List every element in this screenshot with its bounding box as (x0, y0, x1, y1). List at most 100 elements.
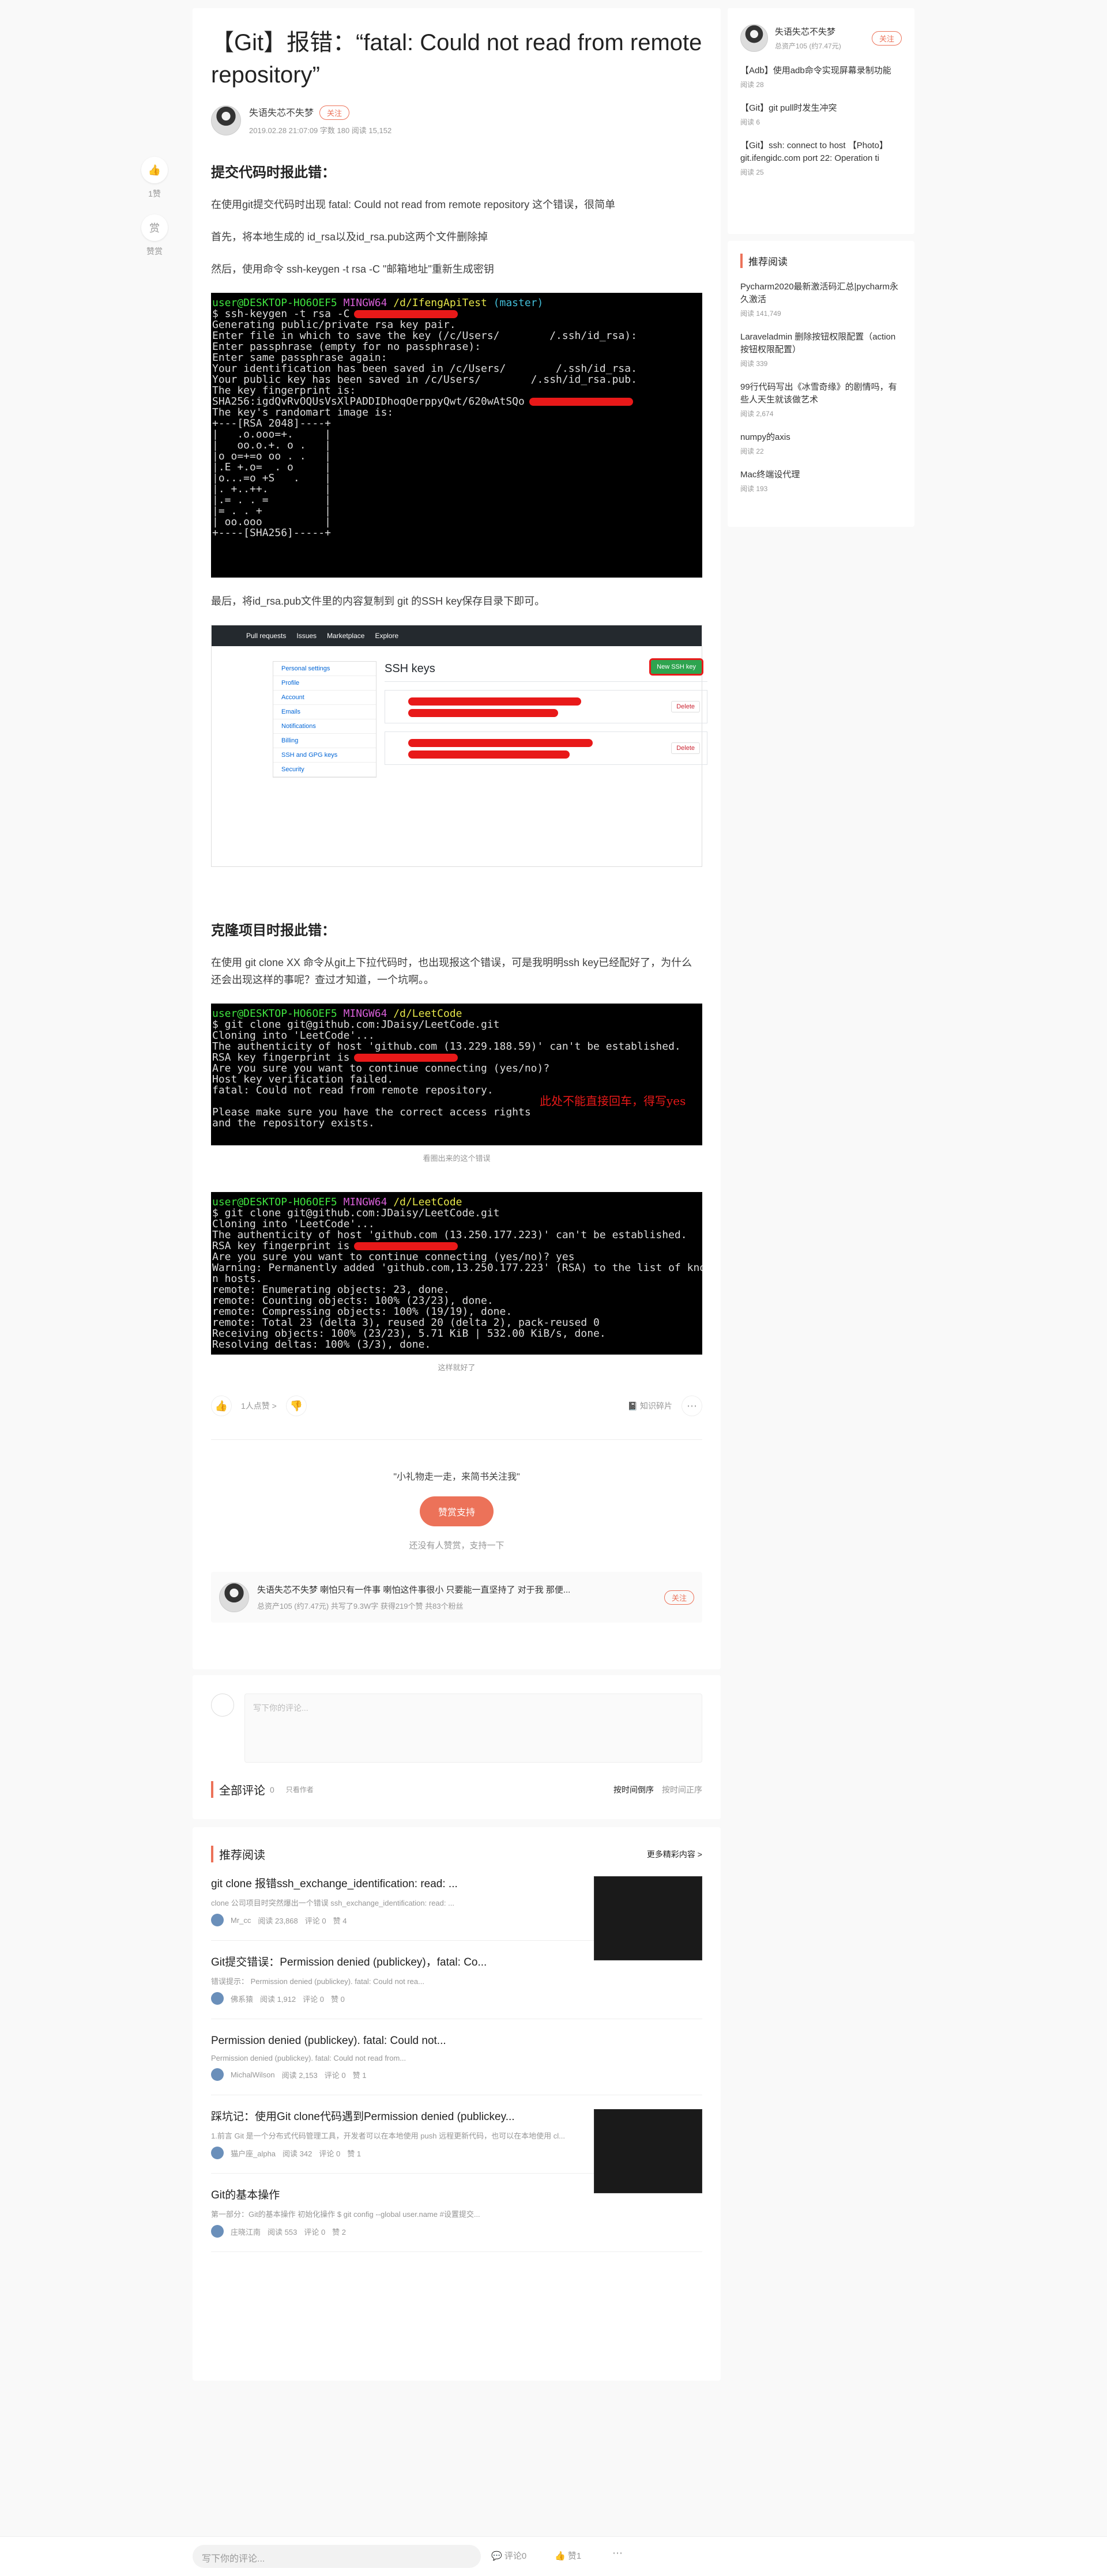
like-count-link[interactable]: 1人点赞 > (241, 1400, 277, 1412)
sidebar-post-title[interactable]: Laraveladmin 删除按钮权限配置（action 按钮权限配置） (740, 331, 902, 356)
sidebar-post-title[interactable]: Mac终端设代理 (740, 469, 902, 481)
recommend-likes: 赞 1 (347, 2149, 362, 2158)
collection-link[interactable]: 📓 知识碎片 (628, 1400, 672, 1412)
recommend-item[interactable]: Git提交错误：Permission denied (publickey)，fa… (211, 1941, 702, 2019)
more-button[interactable]: ⋯ (681, 1396, 702, 1416)
delete-key-button: Delete (671, 742, 700, 754)
section-heading-commit: 提交代码时报此错： (211, 165, 336, 180)
terminal-line: Your public key has been saved in /c/Use… (212, 374, 637, 386)
terminal-line: $ ssh-keygen -t rsa -C (212, 308, 702, 319)
terminal-line: The key's randomart image is: (212, 406, 394, 418)
sidebar-post-title[interactable]: 99行代码写出《冰雪奇缘》的剧情吗，有些人天生就该做艺术 (740, 381, 902, 406)
thumbs-up-icon: 👍 (214, 1400, 228, 1412)
recommend-author-avatar[interactable] (211, 1992, 224, 2005)
sidebar-recommend-list: Pycharm2020最新激活码汇总|pycharm永久激活阅读 141,749… (740, 281, 902, 493)
recommend-author-avatar[interactable] (211, 1914, 224, 1926)
terminal-line: Your identification has been saved in /c… (212, 363, 637, 375)
recommend-title[interactable]: Git提交错误：Permission denied (publickey)，fa… (211, 1955, 702, 1971)
comment-input[interactable]: 写下你的评论... (244, 1694, 702, 1763)
follow-button[interactable]: 关注 (319, 105, 350, 120)
redaction (354, 1054, 458, 1062)
sidebar-recommend-card: 推荐阅读 Pycharm2020最新激活码汇总|pycharm永久激活 阅读 14… (728, 241, 914, 527)
recommend-likes: 赞 2 (332, 2227, 347, 2236)
follow-button[interactable]: 关注 (664, 1590, 694, 1605)
terminal-line: Cloning into 'LeetCode'... (212, 1218, 375, 1230)
sort-oldest[interactable]: 按时间正序 (662, 1784, 702, 1796)
more-link[interactable]: 更多精彩内容 > (647, 1849, 702, 1860)
recommend-author-avatar[interactable] (211, 2068, 224, 2081)
section-heading-clone: 克隆项目时报此错： (211, 923, 336, 938)
recommend-author[interactable]: MichalWilson (231, 2070, 275, 2079)
recommend-item[interactable]: Permission denied (publickey). fatal: Co… (211, 2019, 702, 2095)
like-circle-button[interactable]: 👍 (141, 157, 168, 183)
recommend-meta: 佛系猿 阅读 1,912 评论 0 赞 0 (211, 1992, 702, 2005)
dislike-button[interactable]: 👎 (285, 1396, 307, 1416)
recommend-title[interactable]: 踩坑记：使用Git clone代码遇到Permission denied (pu… (211, 2109, 580, 2125)
recommend-item[interactable]: git clone 报错ssh_exchange_identification:… (211, 1862, 702, 1960)
terminal-line: $ git clone git@github.com:JDaisy/LeetCo… (212, 1207, 500, 1219)
image-caption: 看圈出来的这个错误 (423, 1154, 491, 1163)
recommend-title[interactable]: Permission denied (publickey). fatal: Co… (211, 2033, 702, 2049)
bottom-comment-input[interactable]: 写下你的评论... (193, 2545, 481, 2568)
paragraph: 最后，将id_rsa.pub文件里的内容复制到 git 的SSH key保存目录… (211, 595, 545, 607)
github-sidebar-item: Notifications (273, 719, 376, 734)
sidebar-post-title[interactable]: 【Git】ssh: connect to host 【Photo】git.ife… (740, 139, 902, 165)
author-name[interactable]: 失语失芯不失梦 (249, 108, 314, 118)
recommend-item[interactable]: Git的基本操作 第一部分：Git的基本操作 初始化操作 $ git config… (211, 2174, 702, 2252)
page: 👍 1赞 赏 赞赏 【Git】报错：“fatal: Could not read… (0, 0, 1107, 2576)
recommend-author-avatar[interactable] (211, 2147, 224, 2159)
author-avatar[interactable] (211, 105, 241, 135)
bottom-like-button[interactable]: 👍 赞1 (555, 2549, 581, 2562)
sidebar-post-reads: 阅读 141,749 (740, 310, 781, 318)
terminal-line: user@DESKTOP-HO6OEF5 MINGW64 /d/IfengApi… (212, 297, 544, 309)
reward-note: "小礼物走一走，来简书关注我" (393, 1472, 520, 1482)
recommend-author-avatar[interactable] (211, 2225, 224, 2238)
thumbs-up-icon: 👍 (148, 164, 161, 176)
sidebar-post-title[interactable]: 【Adb】使用adb命令实现屏幕录制功能 (740, 65, 902, 77)
recommend-desc: 错误提示： Permission denied (publickey). fat… (211, 1977, 424, 1986)
bottom-more-button[interactable]: ⋯ (612, 2547, 623, 2559)
terminal-line: | .o.ooo=+. | (212, 428, 331, 440)
terminal-line: Generating public/private rsa key pair. (212, 319, 456, 331)
recommend-author[interactable]: 庄晓江南 (231, 2226, 261, 2237)
article-title: 【Git】报错：“fatal: Could not read from remo… (211, 30, 702, 88)
terminal-line: Receiving objects: 100% (23/23), 5.71 Ki… (212, 1327, 606, 1340)
github-sidebar-item: Personal settings (273, 662, 376, 676)
recommend-reads: 阅读 342 (283, 2149, 312, 2158)
recommend-item[interactable]: 踩坑记：使用Git clone代码遇到Permission denied (pu… (211, 2095, 702, 2193)
sidebar-post-title[interactable]: 【Git】git pull时发生冲突 (740, 102, 902, 115)
reward-icon: 赏 (149, 222, 160, 234)
recommend-likes: 赞 0 (331, 1994, 345, 2004)
recommend-meta: 猫户座_alpha 阅读 342 评论 0 赞 1 (211, 2147, 580, 2159)
recommend-author[interactable]: Mr_cc (231, 1916, 251, 1925)
comment-count: 0 (270, 1785, 274, 1794)
sidebar-author-name[interactable]: 失语失芯不失梦 (775, 25, 866, 37)
sidebar-author-avatar[interactable] (740, 24, 768, 52)
recommend-reads: 阅读 1,912 (260, 1994, 296, 2004)
recommend-author[interactable]: 佛系猿 (231, 1993, 253, 2004)
sidebar-post-title[interactable]: Pycharm2020最新激活码汇总|pycharm永久激活 (740, 281, 902, 306)
only-author-toggle[interactable]: 只看作者 (286, 1785, 314, 1794)
recommend-heading: 推荐阅读 (211, 1846, 265, 1862)
recommend-desc: Permission denied (publickey). fatal: Co… (211, 2054, 406, 2062)
reward-section: "小礼物走一走，来简书关注我" 赞赏支持 还没有人赞赏，支持一下 (211, 1469, 702, 1551)
recommend-title[interactable]: git clone 报错ssh_exchange_identification:… (211, 1876, 580, 1892)
reward-button[interactable]: 赞赏支持 (419, 1496, 494, 1526)
sidebar-post-title[interactable]: numpy的axis (740, 431, 902, 444)
reward-empty-text: 还没有人赞赏，支持一下 (409, 1541, 504, 1551)
terminal-line: $ git clone git@github.com:JDaisy/LeetCo… (212, 1019, 500, 1031)
sort-newest[interactable]: 按时间倒序 (613, 1784, 654, 1796)
image-caption: 这样就好了 (438, 1363, 476, 1372)
author-avatar[interactable] (219, 1582, 249, 1612)
sidebar-post-reads: 阅读 193 (740, 485, 768, 493)
book-icon: 📓 (627, 1401, 640, 1410)
recommend-title[interactable]: Git的基本操作 (211, 2187, 702, 2204)
recommend-author[interactable]: 猫户座_alpha (231, 2148, 276, 2159)
terminal-line: RSA key fingerprint is (212, 1052, 702, 1063)
reward-circle-button[interactable]: 赏 (141, 214, 168, 241)
bottom-comments-button[interactable]: 💬 评论0 (491, 2549, 526, 2562)
like-button[interactable]: 👍 (211, 1396, 232, 1416)
sidebar-follow-button[interactable]: 关注 (871, 31, 902, 46)
github-sidebar-item: Profile (273, 676, 376, 691)
recommend-comments: 评论 0 (324, 2070, 346, 2080)
